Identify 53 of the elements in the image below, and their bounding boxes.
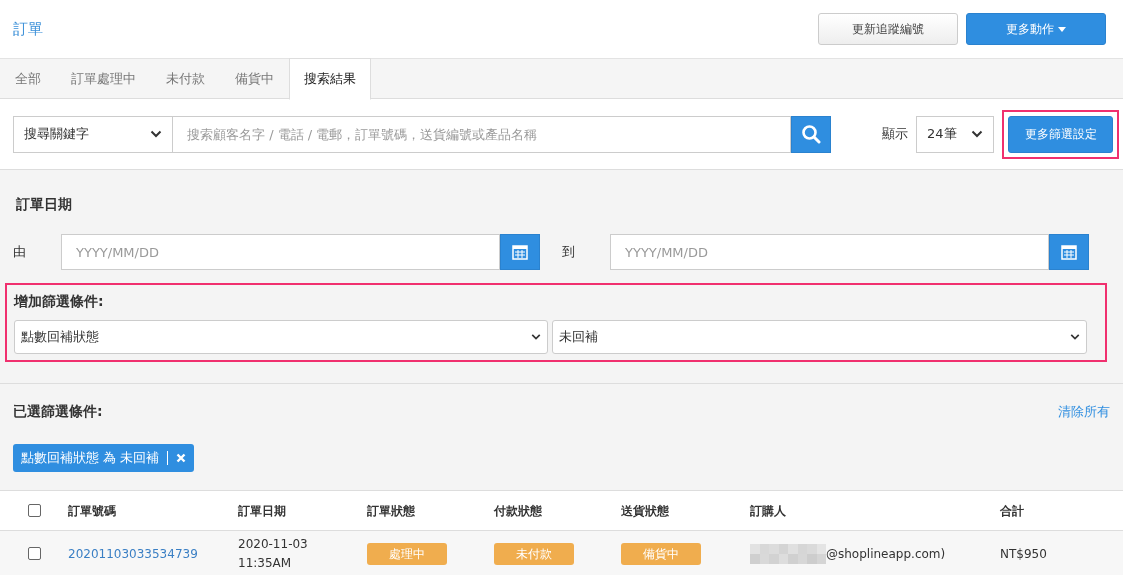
tab[interactable]: 搜索結果 [289,58,371,100]
search-field[interactable]: 搜索顧客名字 / 電話 / 電郵，訂單號碼，送貨編號或產品名稱 [173,115,791,153]
column-header: 訂購人 [750,503,786,518]
clear-all-link[interactable]: 清除所有 [1058,401,1110,422]
tab[interactable]: 備貨中 [220,58,289,99]
column-header: 付款狀態 [494,503,542,518]
column-header: 訂單狀態 [367,503,415,518]
date-field[interactable]: YYYY/MM/DD [61,234,500,270]
close-icon[interactable] [176,453,187,463]
column-header: 訂單日期 [238,503,286,518]
section-title: 訂單日期 [16,195,73,214]
filter-tag: 點數回補狀態 為 未回補 [13,444,195,472]
calendar-button[interactable] [1049,234,1089,270]
tab[interactable]: 未付款 [151,58,220,99]
calendar-button[interactable] [500,234,540,270]
show-label: 顯示 [882,125,908,144]
update-tracking-button[interactable]: 更新追蹤編號 [818,13,958,45]
status-badge: 處理中 [367,542,447,565]
chevron-down-icon [971,130,983,138]
filter-field-select[interactable]: 點數回補狀態 [14,320,548,354]
status-badge: 備貨中 [621,542,701,565]
chevron-down-icon [1070,333,1080,341]
more-filters-button[interactable]: 更多篩選設定 [1008,115,1113,153]
checkbox[interactable] [27,547,41,560]
search-button[interactable] [791,115,831,153]
order-date: 2020-11-03 [238,535,309,553]
filter-value-select[interactable]: 未回補 [552,320,1087,354]
calendar-icon [512,244,528,260]
date-label: 到 [562,243,576,262]
column-header: 送貨狀態 [621,503,669,518]
status-badge: 未付款 [494,542,574,565]
column-header: 合計 [1000,503,1024,518]
order-number-link[interactable]: 20201103033534739 [68,546,198,561]
per-page-select[interactable]: 24筆 [916,115,994,153]
order-total: NT$950 [1000,546,1047,561]
keyword-type-select[interactable]: 搜尋關鍵字 [13,115,173,153]
date-label: 由 [13,243,27,262]
checkbox[interactable] [27,504,41,517]
search-icon [801,124,821,144]
tab[interactable]: 訂單處理中 [56,58,151,99]
order-time: 11:35AM [238,554,293,572]
section-title: 已選篩選條件: [13,402,103,421]
more-actions-button[interactable]: 更多動作 [966,13,1106,45]
date-field[interactable]: YYYY/MM/DD [610,234,1049,270]
buyer-email: @shoplineapp.com) [826,545,946,563]
chevron-down-icon [531,333,541,341]
section-title: 增加篩選條件: [14,292,105,311]
column-header: 訂單號碼 [68,503,116,518]
tab[interactable]: 全部 [0,58,56,99]
chevron-down-icon [150,130,162,138]
page-title: 訂單 [13,18,43,40]
calendar-icon [1061,244,1077,260]
caret-icon [1058,26,1066,32]
